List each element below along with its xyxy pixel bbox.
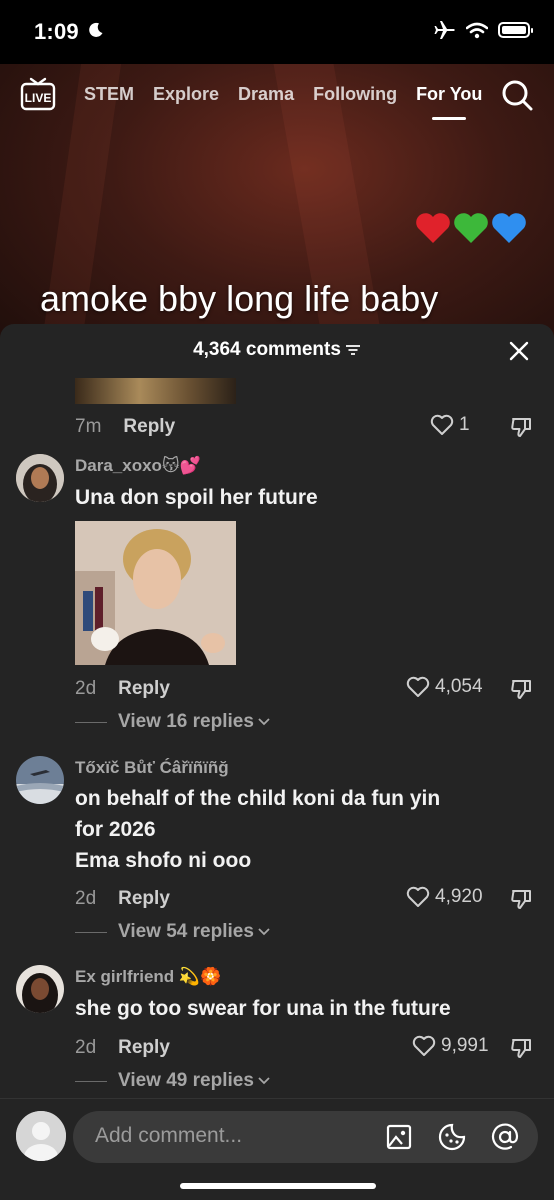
nav-tabs: STEM Explore Drama Following For You <box>84 84 501 120</box>
comment-time: 2d <box>75 678 97 699</box>
dislike-icon[interactable] <box>510 887 534 911</box>
comment-username[interactable]: Dara_xoxo😽💕 <box>75 456 201 476</box>
comments-sheet: 4,364 comments 7m Reply 1 Dara_xoxo😽💕 Un <box>0 324 554 1200</box>
like-button[interactable]: 4,054 <box>406 676 483 698</box>
comment-input-placeholder: Add comment... <box>95 1124 243 1147</box>
battery-icon <box>498 22 533 38</box>
view-replies-label: View 16 replies <box>118 711 254 732</box>
green-heart-icon <box>454 213 488 243</box>
avatar[interactable] <box>16 756 64 804</box>
dislike-icon[interactable] <box>510 677 534 701</box>
filter-icon[interactable] <box>345 344 361 356</box>
like-count: 4,920 <box>435 886 483 907</box>
svg-text:LIVE: LIVE <box>25 91 52 105</box>
chevron-down-icon <box>258 928 270 936</box>
dislike-icon[interactable] <box>510 415 534 439</box>
tab-for-you[interactable]: For You <box>416 84 482 120</box>
view-replies-button[interactable]: View 16 replies <box>75 711 270 733</box>
comment-time: 7m <box>75 416 102 437</box>
like-count: 4,054 <box>435 676 483 697</box>
comment-text: Una don spoil her future <box>75 486 318 509</box>
heart-emojis <box>414 210 528 246</box>
user-avatar[interactable] <box>16 1111 66 1161</box>
comments-header: 4,364 comments <box>0 324 554 376</box>
replies-divider <box>75 1080 107 1082</box>
view-replies-label: View 49 replies <box>118 1070 254 1091</box>
sticker-icon[interactable] <box>437 1122 467 1152</box>
comment-text: she go too swear for una in the future <box>75 997 451 1020</box>
reply-button[interactable]: Reply <box>118 888 170 910</box>
chevron-down-icon <box>258 1077 270 1085</box>
comment-time: 2d <box>75 888 97 909</box>
comment-username[interactable]: Tőxïč Bůť Ćâřïñïñğ <box>75 758 229 778</box>
comment-meta: 7m Reply <box>75 414 175 440</box>
like-count: 9,991 <box>441 1035 489 1056</box>
view-replies-button[interactable]: View 49 replies <box>75 1070 270 1092</box>
comment-image-partial[interactable] <box>75 378 236 404</box>
like-button[interactable]: 9,991 <box>412 1035 489 1057</box>
reply-button[interactable]: Reply <box>118 678 170 700</box>
comment-meta: 2d Reply <box>75 1035 170 1061</box>
reply-button[interactable]: Reply <box>123 416 175 438</box>
mention-icon[interactable] <box>490 1122 520 1152</box>
red-heart-icon <box>416 213 450 243</box>
moon-icon <box>89 22 103 37</box>
close-icon[interactable] <box>508 340 530 362</box>
status-bar: 1:09 <box>0 0 554 64</box>
blue-heart-icon <box>492 213 526 243</box>
heart-outline-icon <box>430 414 454 435</box>
top-nav: LIVE STEM Explore Drama Following For Yo… <box>0 72 554 122</box>
wifi-icon <box>466 22 488 38</box>
like-button[interactable]: 1 <box>430 414 470 436</box>
avatar[interactable] <box>16 965 64 1013</box>
video-caption: amoke bby long life baby <box>40 278 439 319</box>
like-button[interactable]: 4,920 <box>406 886 483 908</box>
heart-outline-icon <box>406 676 430 697</box>
live-icon[interactable]: LIVE <box>20 77 56 111</box>
replies-divider <box>75 721 107 723</box>
comment-text: on behalf of the child koni da fun yin <box>75 787 441 810</box>
like-count: 1 <box>459 414 470 435</box>
comment-meta: 2d Reply <box>75 676 170 702</box>
image-icon[interactable] <box>384 1122 414 1152</box>
comment-text: Ema shofo ni ooo <box>75 849 252 872</box>
tab-drama[interactable]: Drama <box>238 84 294 105</box>
view-replies-label: View 54 replies <box>118 921 254 942</box>
tab-stem[interactable]: STEM <box>84 84 134 105</box>
reply-button[interactable]: Reply <box>118 1037 170 1059</box>
comment-input-bar: Add comment... <box>0 1098 554 1200</box>
comment-gif[interactable] <box>75 521 236 665</box>
chevron-down-icon <box>258 718 270 726</box>
view-replies-button[interactable]: View 54 replies <box>75 921 270 943</box>
comments-count: 4,364 comments <box>0 339 554 361</box>
tab-explore[interactable]: Explore <box>153 84 219 105</box>
heart-outline-icon <box>412 1035 436 1056</box>
tab-following[interactable]: Following <box>313 84 397 105</box>
replies-divider <box>75 931 107 933</box>
airplane-icon <box>434 21 455 39</box>
comment-username[interactable]: Ex girlfriend 💫🏵️ <box>75 967 221 987</box>
status-icons <box>434 20 533 40</box>
dislike-icon[interactable] <box>510 1036 534 1060</box>
status-time: 1:09 <box>34 19 79 44</box>
avatar[interactable] <box>16 454 64 502</box>
comment-input[interactable]: Add comment... <box>73 1111 538 1163</box>
home-indicator <box>180 1183 376 1189</box>
heart-outline-icon <box>406 886 430 907</box>
comments-count-label: 4,364 comments <box>193 339 341 360</box>
search-icon[interactable] <box>500 78 534 112</box>
comment-time: 2d <box>75 1037 97 1058</box>
comment-meta: 2d Reply <box>75 886 170 912</box>
comment-text: for 2026 <box>75 818 156 841</box>
